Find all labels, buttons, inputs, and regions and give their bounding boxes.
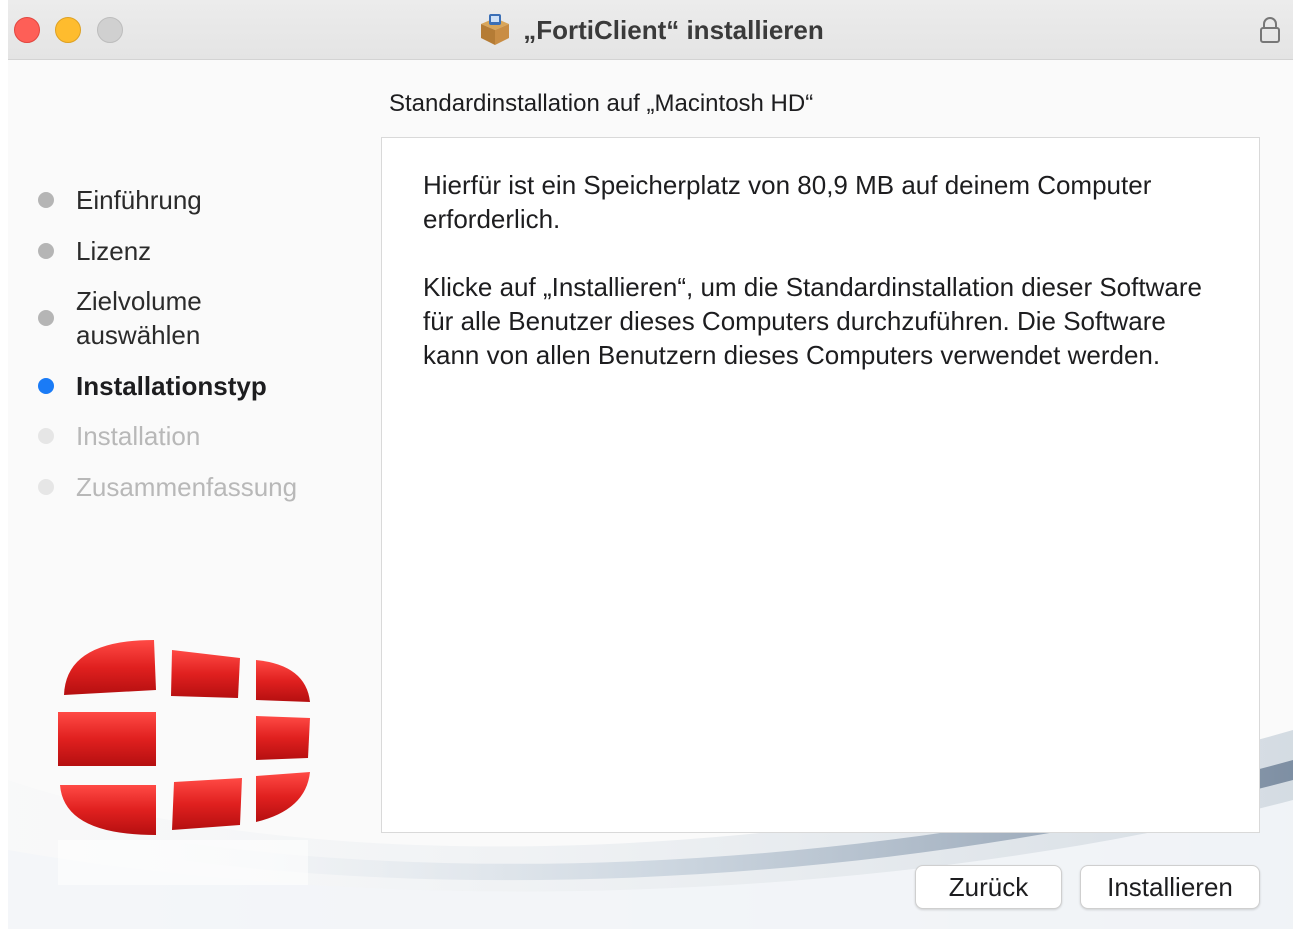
page-heading: Standardinstallation auf „Macintosh HD“ [389, 90, 814, 117]
lock-icon [1260, 17, 1280, 43]
step-indicator [38, 310, 54, 326]
step-indicator [38, 192, 54, 208]
step-label: Lizenz [76, 236, 152, 266]
install-button[interactable]: Installieren [1080, 865, 1260, 909]
fortinet-logo [58, 640, 310, 885]
step-label: Installation [76, 421, 201, 451]
package-icon [481, 14, 510, 45]
back-button[interactable]: Zurück [915, 865, 1062, 909]
step-indicator [38, 479, 54, 495]
content-text: Hierfür ist ein Speicherplatz von 80,9 M… [423, 168, 1223, 406]
step-label: Einführung [76, 185, 202, 215]
step-einfuehrung: Einführung [38, 183, 202, 217]
step-label: Zusammenfassung [76, 472, 298, 502]
window-title: „FortiClient“ installieren [523, 14, 824, 45]
step-label-line2: auswählen [76, 320, 201, 350]
step-lizenz: Lizenz [38, 234, 151, 268]
title-bar: „FortiClient“ installieren [8, 0, 1293, 60]
step-installationstyp: Installationstyp [38, 369, 267, 403]
step-indicator [38, 378, 54, 394]
step-zusammenfassung: Zusammenfassung [38, 470, 297, 504]
disk-space-text: Hierfür ist ein Speicherplatz von 80,9 M… [423, 170, 1152, 234]
installer-window: „FortiClient“ installieren Standardinsta… [8, 0, 1293, 929]
step-zielvolume: Zielvolume auswählen [38, 284, 202, 352]
step-label-line1: Zielvolume [76, 286, 202, 316]
content-panel: Hierfür ist ein Speicherplatz von 80,9 M… [381, 137, 1260, 833]
window-title-group: „FortiClient“ installieren [8, 10, 1293, 50]
step-label: Installationstyp [76, 371, 267, 401]
step-label: Zielvolume auswählen [76, 284, 202, 352]
step-indicator [38, 428, 54, 444]
step-indicator [38, 243, 54, 259]
step-installation: Installation [38, 419, 200, 453]
install-instructions-text: Klicke auf „Installieren“, um die Standa… [423, 272, 1202, 370]
